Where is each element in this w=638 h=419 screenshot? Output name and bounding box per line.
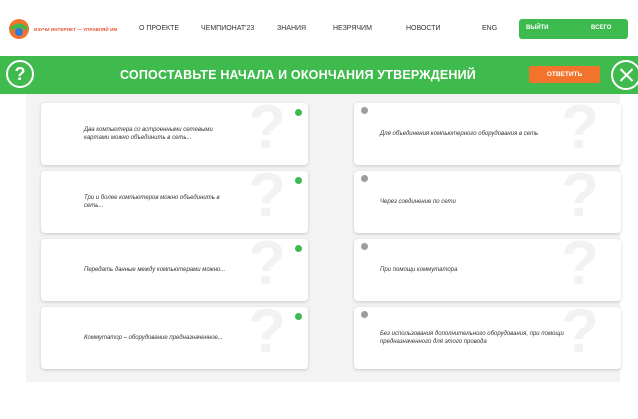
card-text: Три и более компьютеров можно объединить… xyxy=(84,195,220,209)
nav-about[interactable]: О ПРОЕКТЕ xyxy=(139,25,179,32)
nav-english[interactable]: ENG xyxy=(482,25,497,32)
status-dot xyxy=(295,313,302,320)
status-dot xyxy=(361,107,368,114)
matching-board: ? Два компьютера со встроенными сетевыми… xyxy=(26,94,621,382)
nav-blind[interactable]: НЕЗРЯЧИМ xyxy=(333,25,372,32)
card-text: Для объединения компьютерного оборудован… xyxy=(380,131,539,137)
right-card-4[interactable]: ? Без использования дополнительного обор… xyxy=(354,307,621,369)
right-card-3[interactable]: ? При помощи коммутатора xyxy=(354,239,621,301)
card-text: Коммутатор – оборудование предназначенно… xyxy=(84,335,223,341)
logout-label[interactable]: ВЫЙТИ xyxy=(526,25,549,31)
question-mark-watermark: ? xyxy=(248,307,286,366)
card-text: Через соединение по сети xyxy=(380,199,456,205)
question-mark-watermark: ? xyxy=(248,171,286,230)
right-card-1[interactable]: ? Для объединения компьютерного оборудов… xyxy=(354,103,621,165)
task-banner: ? СОПОСТАВЬТЕ НАЧАЛА И ОКОНЧАНИЯ УТВЕРЖД… xyxy=(0,56,638,94)
left-card-3[interactable]: ? Передать данные между компьютерами мож… xyxy=(41,239,308,301)
left-card-2[interactable]: ? Три и более компьютеров можно объедини… xyxy=(41,171,308,233)
right-card-2[interactable]: ? Через соединение по сети xyxy=(354,171,621,233)
card-text: При помощи коммутатора xyxy=(380,267,458,273)
status-dot xyxy=(295,109,302,116)
status-dot xyxy=(361,311,368,318)
card-text: Передать данные между компьютерами можно… xyxy=(84,267,226,273)
task-title: СОПОСТАВЬТЕ НАЧАЛА И ОКОНЧАНИЯ УТВЕРЖДЕН… xyxy=(120,68,476,82)
logo-icon[interactable] xyxy=(8,18,30,40)
left-card-1[interactable]: ? Два компьютера со встроенными сетевыми… xyxy=(41,103,308,165)
close-icon[interactable] xyxy=(611,60,638,90)
card-text: Без использования дополнительного оборуд… xyxy=(380,331,564,345)
status-dot xyxy=(361,243,368,250)
logo-text[interactable]: ИЗУЧИ ИНТЕРНЕТ — УПРАВЛЯЙ ИМ xyxy=(34,27,117,32)
card-text: Два компьютера со встроенными сетевыми к… xyxy=(84,127,213,141)
nav-knowledge[interactable]: ЗНАНИЯ xyxy=(277,25,306,32)
status-dot xyxy=(295,245,302,252)
question-mark-watermark: ? xyxy=(248,103,286,162)
help-icon[interactable]: ? xyxy=(6,60,34,88)
answer-button[interactable]: ОТВЕТИТЬ xyxy=(529,66,600,83)
all-label[interactable]: ВСЕГО xyxy=(591,25,611,31)
nav-championship[interactable]: ЧЕМПИОНАТ'23 xyxy=(201,25,254,32)
status-dot xyxy=(361,175,368,182)
top-navigation: ИЗУЧИ ИНТЕРНЕТ — УПРАВЛЯЙ ИМ О ПРОЕКТЕ Ч… xyxy=(0,0,638,56)
status-dot xyxy=(295,177,302,184)
left-card-4[interactable]: ? Коммутатор – оборудование предназначен… xyxy=(41,307,308,369)
question-mark-watermark: ? xyxy=(248,239,286,298)
account-button[interactable]: ВЫЙТИ ВСЕГО xyxy=(519,19,628,39)
nav-news[interactable]: НОВОСТИ xyxy=(406,25,441,32)
